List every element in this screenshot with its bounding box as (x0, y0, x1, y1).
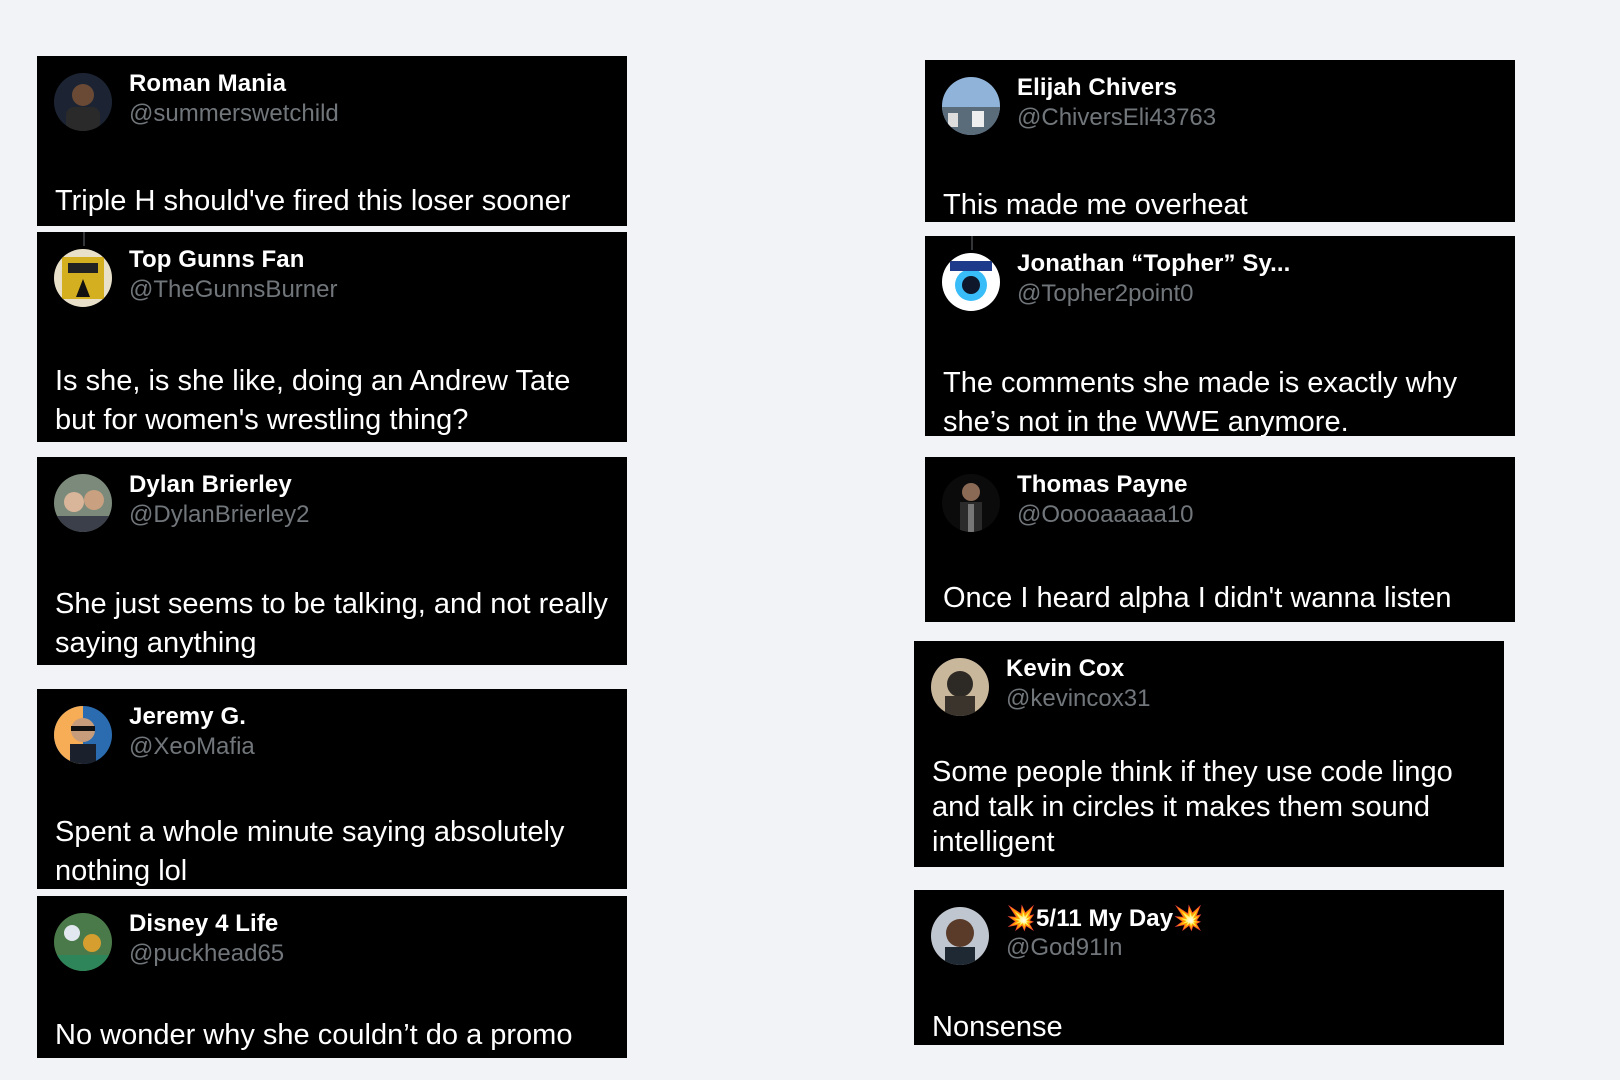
reply-text: The comments she made is exactly why she… (943, 367, 1458, 438)
display-name[interactable]: Jonathan “Topher” Sy... (1017, 250, 1290, 278)
reply-text: She just seems to be talking, and not re… (55, 588, 608, 659)
reply-card[interactable]: Elijah Chivers @ChiversEli43763 This mad… (925, 60, 1515, 222)
reply-card[interactable]: Jonathan “Topher” Sy... @Topher2point0 T… (925, 236, 1515, 438)
reply-text: Spent a whole minute saying absolutely n… (55, 816, 565, 887)
thread-line (971, 236, 973, 250)
user-handle[interactable]: @Topher2point0 (1017, 280, 1193, 308)
avatar[interactable] (54, 73, 112, 131)
reply-card[interactable]: Jeremy G. @XeoMafia Spent a whole minute… (37, 689, 627, 889)
avatar[interactable] (54, 249, 112, 307)
reply-card[interactable]: Top Gunns Fan @TheGunnsBurner Is she, is… (37, 232, 627, 442)
display-name[interactable]: Top Gunns Fan (129, 246, 305, 274)
avatar[interactable] (931, 907, 989, 965)
user-handle[interactable]: @ChiversEli43763 (1017, 104, 1216, 132)
avatar[interactable] (942, 474, 1000, 532)
reply-text: Some people think if they use code lingo… (932, 756, 1453, 858)
thread-line (83, 232, 85, 246)
display-name[interactable]: 💥5/11 My Day💥 (1006, 904, 1203, 933)
reply-card[interactable]: Disney 4 Life @puckhead65 No wonder why … (37, 896, 627, 1058)
user-handle[interactable]: @DylanBrierley2 (129, 501, 309, 529)
reply-card[interactable]: Dylan Brierley @DylanBrierley2 She just … (37, 457, 627, 665)
avatar[interactable] (931, 658, 989, 716)
reply-text: Once I heard alpha I didn't wanna listen (943, 582, 1452, 614)
display-name[interactable]: Disney 4 Life (129, 910, 278, 938)
display-name[interactable]: Dylan Brierley (129, 471, 292, 499)
reply-card[interactable]: Kevin Cox @kevincox31 Some people think … (914, 641, 1504, 867)
reply-card[interactable]: Roman Mania @summerswetchild Triple H sh… (37, 56, 627, 226)
avatar[interactable] (942, 253, 1000, 311)
user-handle[interactable]: @TheGunnsBurner (129, 276, 337, 304)
display-name[interactable]: Jeremy G. (129, 703, 246, 731)
reply-card[interactable]: Thomas Payne @Ooooaaaaa10 Once I heard a… (925, 457, 1515, 622)
avatar[interactable] (54, 706, 112, 764)
reply-text: This made me overheat (943, 189, 1248, 221)
avatar[interactable] (942, 77, 1000, 135)
reply-card[interactable]: 💥5/11 My Day💥 @God91In Nonsense (914, 890, 1504, 1045)
reply-text: Is she, is she like, doing an Andrew Tat… (55, 365, 571, 436)
display-name[interactable]: Thomas Payne (1017, 471, 1188, 499)
display-name[interactable]: Kevin Cox (1006, 655, 1124, 683)
user-handle[interactable]: @summerswetchild (129, 100, 339, 128)
avatar[interactable] (54, 913, 112, 971)
reply-text: Triple H should've fired this loser soon… (55, 185, 571, 217)
user-handle[interactable]: @puckhead65 (129, 940, 284, 968)
user-handle[interactable]: @Ooooaaaaa10 (1017, 501, 1194, 529)
user-handle[interactable]: @kevincox31 (1006, 685, 1150, 713)
user-handle[interactable]: @XeoMafia (129, 733, 255, 761)
display-name[interactable]: Elijah Chivers (1017, 74, 1177, 102)
reply-text: Nonsense (932, 1011, 1063, 1043)
avatar[interactable] (54, 474, 112, 532)
user-handle[interactable]: @God91In (1006, 934, 1122, 962)
display-name[interactable]: Roman Mania (129, 70, 286, 98)
reply-text: No wonder why she couldn’t do a promo (55, 1019, 573, 1051)
